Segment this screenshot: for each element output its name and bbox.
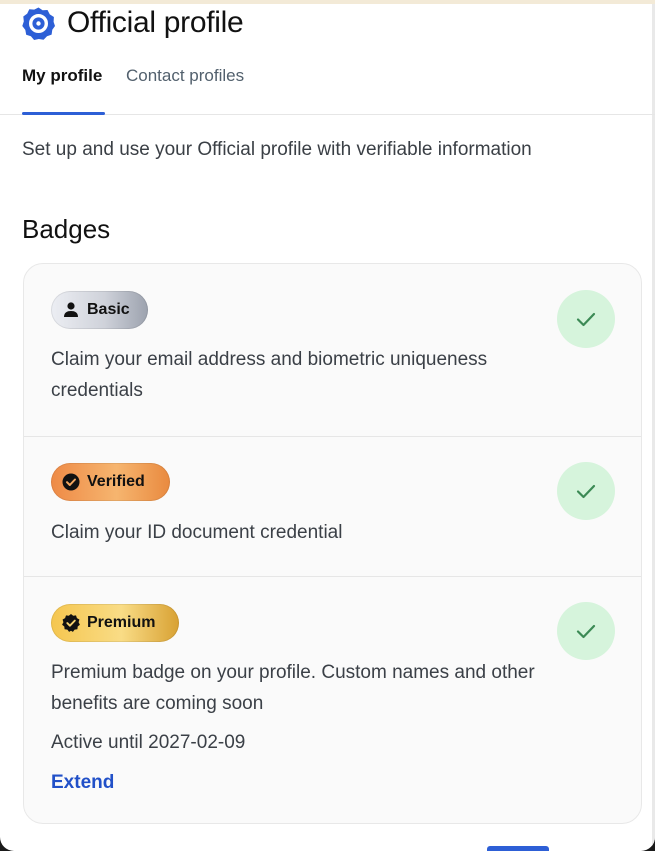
top-strip bbox=[0, 0, 655, 4]
completed-status bbox=[557, 290, 615, 348]
official-logo-icon bbox=[22, 7, 55, 40]
page-header: Official profile bbox=[22, 6, 244, 40]
official-profile-screen: Official profile My profile Contact prof… bbox=[0, 0, 655, 851]
badges-heading: Badges bbox=[22, 214, 111, 244]
badge-description: Claim your ID document credential bbox=[51, 522, 343, 543]
premium-seal-icon bbox=[62, 614, 80, 632]
completed-status bbox=[557, 602, 615, 660]
page-title: Official profile bbox=[67, 6, 244, 39]
badge-row-verified: Verified Claim your ID document credenti… bbox=[24, 436, 641, 576]
check-icon bbox=[576, 484, 596, 499]
badge-label: Verified bbox=[87, 473, 145, 490]
basic-badge-pill: Basic bbox=[51, 291, 148, 329]
page-description: Set up and use your Official profile wit… bbox=[22, 139, 532, 160]
verified-badge-pill: Verified bbox=[51, 463, 170, 501]
completed-status bbox=[557, 462, 615, 520]
check-icon bbox=[576, 624, 596, 639]
badge-row-premium: Premium Premium badge on your profile. C… bbox=[24, 576, 641, 823]
tab-my-profile[interactable]: My profile bbox=[22, 66, 102, 86]
active-tab-indicator bbox=[22, 112, 105, 115]
badge-row-basic: Basic Claim your email address and biome… bbox=[24, 264, 641, 436]
badge-label: Basic bbox=[87, 301, 130, 318]
extend-link[interactable]: Extend bbox=[51, 772, 114, 794]
check-icon bbox=[576, 312, 596, 327]
bottom-button-peek[interactable] bbox=[487, 846, 549, 851]
person-icon bbox=[64, 302, 78, 317]
badges-card: Basic Claim your email address and biome… bbox=[23, 263, 642, 824]
premium-badge-pill: Premium bbox=[51, 604, 179, 642]
badge-description: Claim your email address and biometric u… bbox=[51, 349, 488, 401]
badge-label: Premium bbox=[87, 614, 156, 631]
verified-check-icon bbox=[62, 473, 80, 491]
tab-bar: My profile Contact profiles bbox=[0, 58, 655, 115]
badge-description: Premium badge on your profile. Custom na… bbox=[51, 662, 535, 714]
premium-active-until: Active until 2027-02-09 bbox=[51, 732, 246, 753]
tab-contact-profiles[interactable]: Contact profiles bbox=[126, 66, 244, 86]
